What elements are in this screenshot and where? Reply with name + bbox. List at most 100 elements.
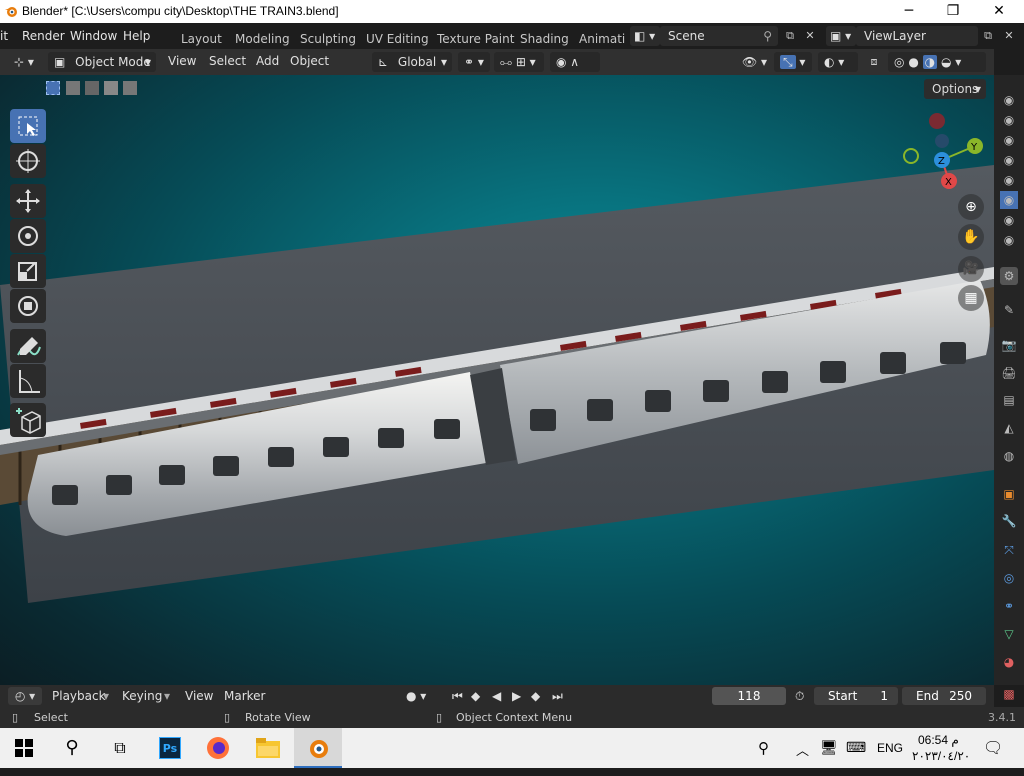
menu-view[interactable]: View (185, 689, 213, 703)
minimize-button[interactable]: ─ (886, 0, 932, 23)
render-visibility-icon[interactable]: ◉ (1000, 151, 1018, 169)
pivot-dropdown[interactable]: ⚭ ▾ (458, 52, 490, 72)
close-button[interactable]: ✕ (976, 0, 1022, 23)
selection-mode-buttons[interactable] (44, 81, 140, 97)
zoom-icon[interactable]: ⊕ (958, 194, 984, 220)
shading-modes[interactable]: ◎ ● ◑ ◒ ▾ (888, 52, 986, 72)
annotate-tool[interactable] (10, 329, 46, 363)
editor-type-button[interactable]: ⊹ ▾ (8, 52, 42, 72)
scene-browse-button[interactable]: ◧ ▾ (630, 26, 660, 46)
select-box-tool[interactable] (10, 109, 46, 143)
jump-end-icon[interactable]: ⏭ (552, 689, 563, 704)
texture-icon[interactable]: ▩ (1000, 685, 1018, 703)
select-subtract-icon[interactable] (85, 81, 99, 95)
render-visibility-icon[interactable]: ◉ (1000, 131, 1018, 149)
rotate-tool[interactable] (10, 219, 46, 253)
stopwatch-icon[interactable]: ⏱ (795, 689, 804, 704)
viewlayer-browse-button[interactable]: ▣ ▾ (826, 26, 856, 46)
tab-sculpting[interactable]: Sculpting (300, 32, 356, 46)
perspective-grid-icon[interactable]: ▦ (958, 285, 984, 311)
cursor-tool[interactable] (10, 144, 46, 178)
transform-tool[interactable] (10, 289, 46, 323)
render-visibility-icon[interactable]: ◉ (1000, 171, 1018, 189)
tool-properties-icon[interactable]: ⚙ (1000, 267, 1018, 285)
navigation-gizmo[interactable]: Y Z X (898, 107, 990, 193)
mode-dropdown[interactable]: ▣ Object Mode ▾ (48, 52, 156, 72)
output-properties-icon[interactable]: 🖨 (1000, 364, 1018, 382)
physics-icon[interactable]: ◎ (1000, 569, 1018, 587)
render-properties-icon[interactable]: 📷 (1000, 336, 1018, 354)
move-tool[interactable] (10, 184, 46, 218)
menu-edit[interactable]: it (0, 29, 8, 43)
object-properties-icon[interactable]: ▣ (1000, 485, 1018, 503)
photoshop-icon[interactable]: Ps (146, 728, 194, 768)
clock-time[interactable]: 06:54 م (918, 733, 959, 747)
world-properties-icon[interactable]: ◍ (1000, 447, 1018, 465)
proportional-edit-group[interactable]: ◉ ∧ (550, 52, 600, 72)
firefox-icon[interactable] (194, 728, 242, 768)
material-shading-icon[interactable]: ◑ (922, 55, 938, 69)
menu-marker[interactable]: Marker (224, 689, 265, 703)
3d-viewport[interactable]: Options ▾ Y Z X ⊕ ✋ 🎥 ▦ (0, 75, 994, 685)
keyboard-icon[interactable]: ⌨ (846, 739, 866, 756)
tab-animation[interactable]: Animati (579, 32, 625, 46)
menu-window[interactable]: Window (70, 29, 117, 43)
camera-view-icon[interactable]: 🎥 (958, 256, 984, 282)
tab-modeling[interactable]: Modeling (235, 32, 290, 46)
select-invert-icon[interactable] (104, 81, 118, 95)
timeline-editor-type-button[interactable]: ◴ ▾ (8, 687, 42, 705)
tab-uv-editing[interactable]: UV Editing (366, 32, 429, 46)
menu-add[interactable]: Add (256, 54, 279, 68)
pan-hand-icon[interactable]: ✋ (958, 224, 984, 250)
view-layer-icon[interactable]: ▤ (1000, 391, 1018, 409)
new-viewlayer-icon[interactable]: ⧉ (978, 26, 998, 46)
people-icon[interactable]: ⚲ (758, 739, 769, 757)
current-frame-field[interactable]: 118 (712, 687, 786, 705)
new-scene-icon[interactable]: ⧉ (780, 26, 800, 46)
chevron-down-icon[interactable]: ▾ (955, 55, 961, 69)
render-visibility-icon[interactable]: ◉ (1000, 91, 1018, 109)
scene-properties-icon[interactable]: ◭ (1000, 419, 1018, 437)
file-explorer-icon[interactable] (244, 728, 292, 768)
pin-icon[interactable]: ⚲ (763, 26, 772, 46)
search-icon[interactable]: ⚲ (48, 728, 96, 768)
constraints-icon[interactable]: ⚭ (1000, 597, 1018, 615)
material-icon[interactable]: ◕ (1000, 653, 1018, 671)
menu-render[interactable]: Render (22, 29, 65, 43)
menu-playback[interactable]: Playback (52, 689, 106, 703)
tab-shading[interactable]: Shading (520, 32, 569, 46)
measure-tool[interactable] (10, 364, 46, 398)
jump-start-icon[interactable]: ⏮ (452, 689, 463, 704)
select-intersect-icon[interactable] (123, 81, 137, 95)
windows-start-icon[interactable] (0, 728, 48, 768)
menu-keying[interactable]: Keying (122, 689, 162, 703)
data-mesh-icon[interactable]: ▽ (1000, 625, 1018, 643)
scale-tool[interactable] (10, 254, 46, 288)
menu-view[interactable]: View (168, 54, 196, 68)
delete-scene-icon[interactable]: ✕ (800, 26, 820, 46)
gizmo-toggle[interactable]: ⤡ ▾ (774, 52, 812, 72)
menu-help[interactable]: Help (123, 29, 150, 43)
visibility-dropdown[interactable]: 👁 ▾ (736, 52, 770, 72)
next-keyframe-icon[interactable]: ◆ (531, 689, 540, 703)
language-indicator[interactable]: ENG (877, 741, 903, 755)
prev-keyframe-icon[interactable]: ◆ (471, 689, 480, 703)
play-reverse-icon[interactable]: ◀ (492, 689, 501, 703)
solid-shading-icon[interactable]: ● (908, 55, 918, 69)
blender-taskbar-icon[interactable] (294, 728, 342, 768)
select-extend-icon[interactable] (66, 81, 80, 95)
render-visibility-icon[interactable]: ◉ (1000, 111, 1018, 129)
notification-icon[interactable]: 🗨 (983, 738, 1003, 758)
tab-layout[interactable]: Layout (181, 32, 222, 46)
snap-group[interactable]: ⧟ ⊞ ▾ (494, 52, 544, 72)
network-icon[interactable]: 🖥 (820, 739, 838, 756)
rendered-shading-icon[interactable]: ◒ (941, 55, 951, 69)
tool-wrench-icon[interactable]: ✎ (1000, 301, 1018, 319)
end-frame-field[interactable]: End 250 (902, 687, 986, 705)
play-icon[interactable]: ▶ (512, 689, 521, 703)
overlay-toggle[interactable]: ◐ ▾ (818, 52, 858, 72)
add-cube-tool[interactable] (10, 403, 46, 437)
start-frame-field[interactable]: Start 1 (814, 687, 898, 705)
delete-viewlayer-icon[interactable]: ✕ (999, 26, 1019, 46)
viewlayer-name-field[interactable]: ViewLayer (856, 26, 978, 46)
